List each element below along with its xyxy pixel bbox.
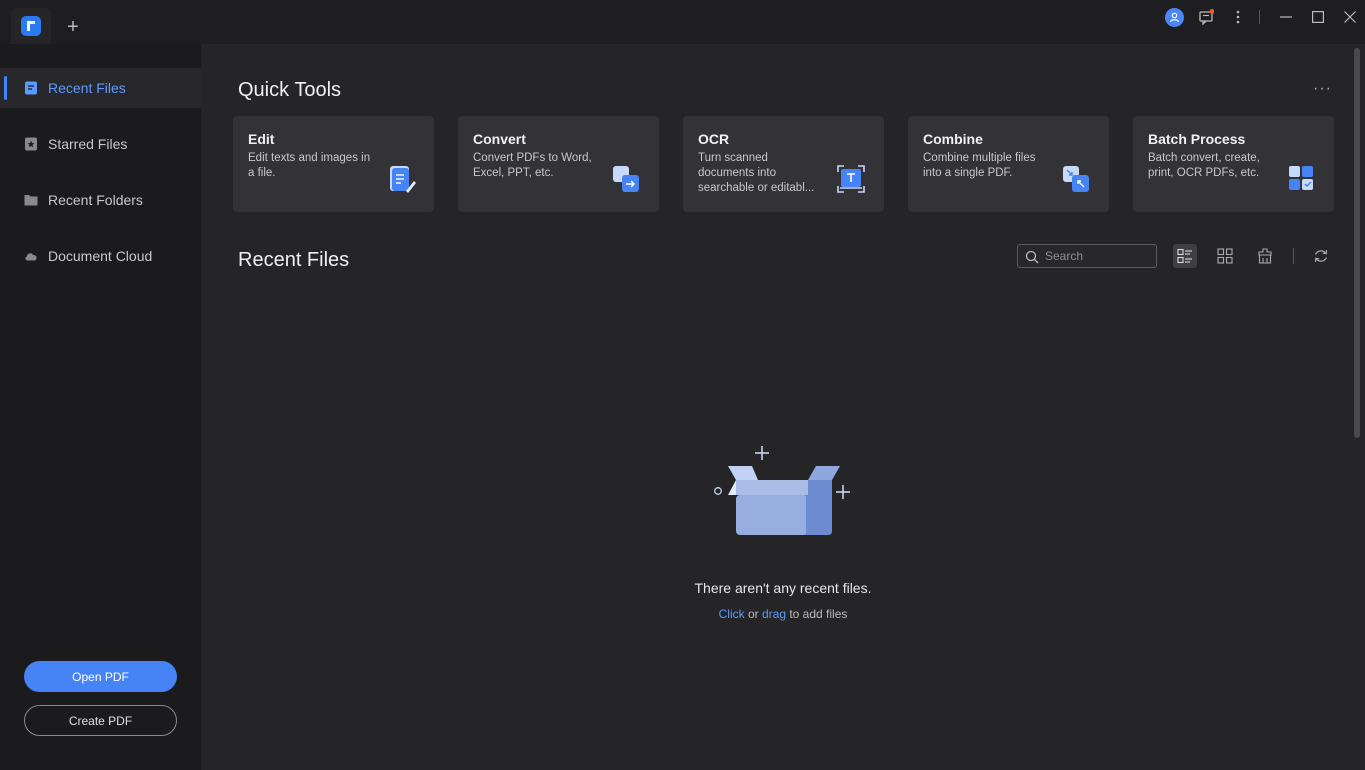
- message-icon: [1199, 9, 1214, 25]
- empty-box-illustration: [714, 446, 850, 535]
- title-bar: +: [0, 0, 1365, 44]
- search-icon: [1025, 250, 1039, 264]
- empty-rest-text: to add files: [786, 607, 848, 621]
- sidebar-item-recent-folders[interactable]: Recent Folders: [0, 180, 201, 220]
- empty-state-title: There aren't any recent files.: [694, 580, 872, 596]
- search-input[interactable]: [1045, 247, 1153, 265]
- card-description: Combine multiple files into a single PDF…: [923, 152, 1036, 179]
- card-description: Turn scanned documents into searchable o…: [698, 152, 815, 194]
- sidebar-item-label: Recent Folders: [48, 192, 143, 208]
- sidebar-item-label: Recent Files: [48, 80, 126, 96]
- menu-button[interactable]: [1227, 6, 1249, 28]
- card-title: Combine: [923, 131, 983, 147]
- toolbar-divider: [1293, 248, 1294, 264]
- close-icon: [1344, 11, 1356, 23]
- sidebar-item-label: Document Cloud: [48, 248, 153, 264]
- titlebar-divider: [1259, 10, 1260, 24]
- broom-clear-icon: [1258, 248, 1272, 264]
- card-title: Edit: [248, 131, 275, 147]
- empty-state-subtitle: Click or drag to add files: [583, 607, 983, 621]
- new-tab-button[interactable]: +: [62, 16, 84, 38]
- quick-tool-ocr[interactable]: OCR Turn scanned documents into searchab…: [683, 116, 884, 212]
- clear-history-button[interactable]: [1253, 244, 1277, 268]
- edit-document-icon: [390, 166, 416, 193]
- folder-icon: [24, 195, 38, 206]
- card-title: Convert: [473, 131, 526, 147]
- quick-tool-edit[interactable]: Edit Edit texts and images in a file.: [233, 116, 434, 212]
- messages-button[interactable]: [1195, 6, 1217, 28]
- list-view-icon: [1177, 248, 1192, 264]
- sidebar-item-recent-files[interactable]: Recent Files: [0, 68, 201, 108]
- batch-process-icon: [1289, 166, 1313, 190]
- card-title: Batch Process: [1148, 131, 1246, 147]
- combine-icon: [1063, 166, 1089, 192]
- more-vertical-icon: [1236, 10, 1240, 24]
- sidebar-item-starred-files[interactable]: Starred Files: [0, 124, 201, 164]
- empty-or-text: or: [744, 607, 762, 621]
- refresh-icon: [1314, 249, 1328, 263]
- user-avatar-icon: [1164, 7, 1184, 27]
- recent-files-icon: [25, 81, 37, 95]
- maximize-button[interactable]: [1307, 6, 1329, 28]
- grid-view-button[interactable]: [1213, 244, 1237, 268]
- quick-tools-more-button[interactable]: ···: [1313, 80, 1332, 98]
- app-logo-icon: [21, 16, 41, 36]
- card-description: Edit texts and images in a file.: [248, 152, 371, 179]
- create-pdf-button[interactable]: Create PDF: [24, 705, 177, 736]
- recent-files-heading: Recent Files: [238, 249, 350, 271]
- minimize-button[interactable]: [1275, 6, 1297, 28]
- quick-tool-combine[interactable]: Combine Combine multiple files into a si…: [908, 116, 1109, 212]
- card-title: OCR: [698, 131, 730, 147]
- close-button[interactable]: [1339, 6, 1361, 28]
- minimize-icon: [1280, 16, 1292, 18]
- click-to-add-link[interactable]: Click: [719, 607, 745, 621]
- grid-view-icon: [1217, 248, 1233, 264]
- drag-to-add-link[interactable]: drag: [762, 607, 786, 621]
- quick-tool-convert[interactable]: Convert Convert PDFs to Word, Excel, PPT…: [458, 116, 659, 212]
- main-scrollbar[interactable]: [1354, 48, 1360, 438]
- refresh-button[interactable]: [1309, 244, 1333, 268]
- card-description: Convert PDFs to Word, Excel, PPT, etc.: [473, 152, 592, 179]
- list-view-button[interactable]: [1173, 244, 1197, 268]
- quick-tool-batch-process[interactable]: Batch Process Batch convert, create, pri…: [1133, 116, 1334, 212]
- sidebar-item-document-cloud[interactable]: Document Cloud: [0, 236, 201, 276]
- open-pdf-button[interactable]: Open PDF: [24, 661, 177, 692]
- quick-tools-heading: Quick Tools: [238, 79, 342, 101]
- sidebar: Recent Files Starred Files Recent Folder…: [0, 44, 201, 770]
- ocr-scan-icon: [837, 165, 865, 193]
- cloud-icon: [25, 253, 37, 261]
- star-icon: [25, 137, 37, 151]
- card-description: Batch convert, create, print, OCR PDFs, …: [1148, 152, 1260, 179]
- app-tab[interactable]: [11, 8, 51, 44]
- convert-icon: [613, 166, 639, 192]
- account-button[interactable]: [1163, 6, 1185, 28]
- search-box: [1017, 244, 1157, 268]
- sidebar-item-label: Starred Files: [48, 136, 128, 152]
- maximize-icon: [1312, 11, 1324, 23]
